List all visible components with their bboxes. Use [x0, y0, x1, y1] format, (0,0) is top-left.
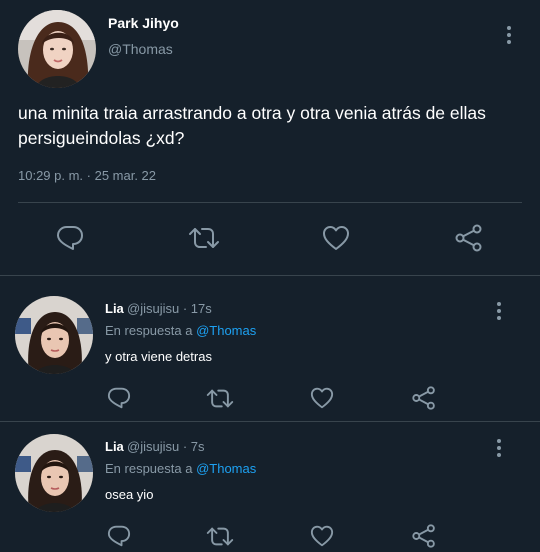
- more-vertical-icon[interactable]: [493, 299, 505, 323]
- reply-icon[interactable]: [54, 222, 86, 254]
- main-tweet: Park Jihyo @Thomas una minita traia arra…: [0, 0, 540, 276]
- handle[interactable]: @jisujisu: [127, 439, 179, 454]
- mention-link[interactable]: @Thomas: [196, 323, 256, 338]
- in-reply-prefix: En respuesta a: [105, 461, 193, 476]
- in-reply-prefix: En respuesta a: [105, 323, 193, 338]
- reply-tweet[interactable]: Lia @jisujisu · 7s En respuesta a @Thoma…: [0, 422, 540, 552]
- display-name[interactable]: Park Jihyo: [108, 15, 179, 31]
- tweet-text: una minita traia arrastrando a otra y ot…: [18, 101, 518, 151]
- mention-link[interactable]: @Thomas: [196, 461, 256, 476]
- reply-meta: @jisujisu · 17s: [127, 301, 212, 316]
- in-reply-to: En respuesta a @Thomas: [105, 323, 256, 338]
- handle[interactable]: @Thomas: [108, 41, 173, 57]
- more-vertical-icon[interactable]: [503, 23, 515, 47]
- reply-text: osea yio: [105, 487, 154, 502]
- in-reply-to: En respuesta a @Thomas: [105, 461, 256, 476]
- display-name[interactable]: Lia: [105, 439, 124, 454]
- retweet-icon[interactable]: [187, 222, 221, 254]
- tweet-age[interactable]: · 7s: [183, 439, 205, 454]
- heart-icon[interactable]: [308, 522, 336, 550]
- tweet-age[interactable]: · 17s: [183, 301, 212, 316]
- share-icon[interactable]: [453, 222, 485, 254]
- tweet-text-line1: una minita traia arrastrando a otra y ot…: [18, 103, 486, 123]
- avatar[interactable]: [15, 434, 93, 512]
- divider: [18, 202, 522, 203]
- reply-icon[interactable]: [105, 384, 133, 412]
- reply-meta: @jisujisu · 7s: [127, 439, 205, 454]
- share-icon[interactable]: [410, 522, 438, 550]
- heart-icon[interactable]: [320, 222, 352, 254]
- share-icon[interactable]: [410, 384, 438, 412]
- avatar[interactable]: [18, 10, 96, 88]
- handle[interactable]: @jisujisu: [127, 301, 179, 316]
- heart-icon[interactable]: [308, 384, 336, 412]
- more-vertical-icon[interactable]: [493, 436, 505, 460]
- reply-text: y otra viene detras: [105, 349, 212, 364]
- timestamp[interactable]: 10:29 p. m. · 25 mar. 22: [18, 168, 156, 183]
- retweet-icon[interactable]: [205, 522, 235, 550]
- reply-tweet[interactable]: Lia @jisujisu · 17s En respuesta a @Thom…: [0, 276, 540, 421]
- tweet-text-line2: persigueindolas ¿xd?: [18, 128, 185, 148]
- reply-icon[interactable]: [105, 522, 133, 550]
- avatar[interactable]: [15, 296, 93, 374]
- display-name[interactable]: Lia: [105, 301, 124, 316]
- retweet-icon[interactable]: [205, 384, 235, 412]
